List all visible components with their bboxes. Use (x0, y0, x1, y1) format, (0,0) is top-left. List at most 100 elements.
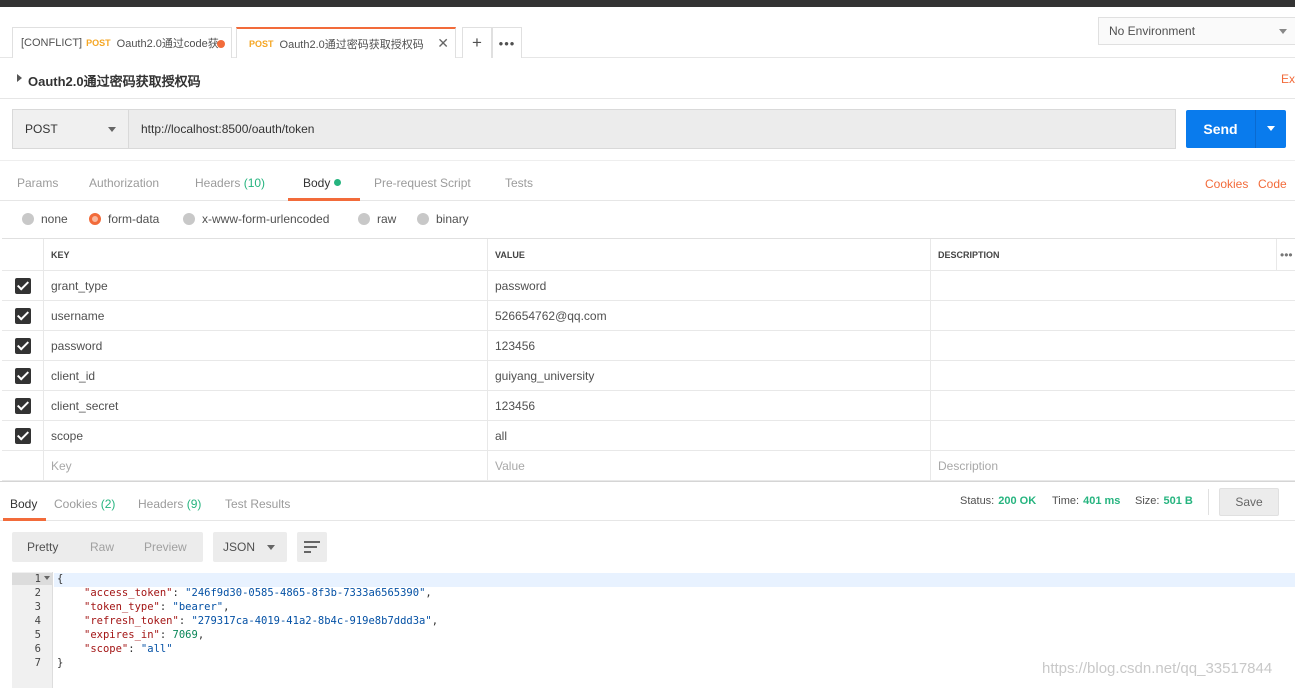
method-select[interactable]: POST (12, 109, 129, 149)
response-tab-cookies[interactable]: Cookies (2) (54, 497, 115, 511)
code-line: "access_token": "246f9d30-0585-4865-8f3b… (84, 587, 432, 599)
tab-tests[interactable]: Tests (505, 176, 533, 190)
tab-body[interactable]: Body (303, 176, 342, 190)
tab-params[interactable]: Params (17, 176, 58, 190)
add-tab-button[interactable]: + (462, 27, 492, 58)
json-value: "246f9d30-0585-4865-8f3b-7333a6565390" (185, 587, 426, 599)
table-row: scope all (2, 421, 1295, 451)
row-description-input[interactable] (930, 421, 1276, 450)
row-value-input[interactable]: guiyang_university (487, 361, 930, 390)
view-mode-segmented: Pretty Raw Preview (12, 532, 203, 562)
size-label: Size: (1135, 495, 1160, 507)
code-line: "expires_in": 7069, (84, 629, 205, 641)
radio-label: x-www-form-urlencoded (202, 212, 330, 226)
code-line: "token_type": "bearer", (84, 601, 230, 613)
close-icon[interactable]: ✕ (437, 35, 449, 52)
row-key-input[interactable]: password (43, 331, 487, 360)
new-value-input[interactable]: Value (487, 451, 930, 480)
response-cookies-label: Cookies (54, 497, 98, 511)
wrap-icon-line (304, 546, 317, 548)
radio-label: form-data (108, 212, 160, 226)
examples-link[interactable]: Ex (1281, 72, 1295, 86)
radio-form-data[interactable]: form-data (89, 212, 159, 226)
radio-binary[interactable]: binary (417, 212, 469, 226)
response-tab-headers[interactable]: Headers (9) (138, 497, 201, 511)
row-key-input[interactable]: client_secret (43, 391, 487, 420)
radio-none[interactable]: none (22, 212, 68, 226)
tab-active-request[interactable]: POST Oauth2.0通过密码获取授权码 ✕ (236, 27, 456, 58)
code-link[interactable]: Code (1258, 177, 1287, 191)
view-pretty[interactable]: Pretty (27, 540, 58, 554)
row-value-input[interactable]: 526654762@qq.com (487, 301, 930, 330)
request-tabs: Params Authorization Headers (10) Body P… (0, 160, 1295, 201)
row-value-input[interactable]: 123456 (487, 331, 930, 360)
more-tabs-button[interactable]: ••• (492, 27, 522, 58)
json-key: "refresh_token" (84, 615, 179, 627)
url-value: http://localhost:8500/oauth/token (141, 122, 315, 136)
send-dropdown-button[interactable] (1255, 110, 1286, 148)
new-key-input[interactable]: Key (43, 451, 487, 480)
row-value-input[interactable]: 123456 (487, 391, 930, 420)
tab-authorization[interactable]: Authorization (89, 176, 159, 190)
json-comma: , (223, 601, 230, 613)
row-key-input[interactable]: scope (43, 421, 487, 450)
checkbox-checked-icon[interactable] (14, 427, 31, 444)
checkbox-checked-icon[interactable] (14, 277, 31, 294)
expand-triangle-icon[interactable] (17, 74, 22, 82)
code-line: "refresh_token": "279317ca-4019-41a2-8b4… (84, 615, 439, 627)
line-number: 4 (34, 615, 41, 627)
row-description-input[interactable] (930, 271, 1276, 300)
checkbox-checked-icon[interactable] (14, 307, 31, 324)
new-description-input[interactable]: Description (930, 451, 1276, 480)
json-key: "token_type" (84, 601, 160, 613)
view-raw[interactable]: Raw (90, 540, 114, 554)
json-value: "all" (140, 643, 173, 655)
response-cookies-count: (2) (100, 497, 116, 511)
response-tab-body[interactable]: Body (10, 497, 37, 511)
url-input[interactable]: http://localhost:8500/oauth/token (128, 109, 1176, 149)
save-response-button[interactable]: Save (1219, 488, 1279, 516)
line-number: 2 (34, 587, 41, 599)
row-key-input[interactable]: client_id (43, 361, 487, 390)
view-preview[interactable]: Preview (144, 540, 187, 554)
active-line-highlight (54, 573, 1295, 587)
json-key: "scope" (84, 643, 129, 655)
tab-conflict[interactable]: [CONFLICT] POST Oauth2.0通过code获 (12, 27, 232, 58)
row-description-input[interactable] (930, 391, 1276, 420)
time-readout: Time: 401 ms (1052, 495, 1120, 507)
json-key: "expires_in" (84, 629, 160, 641)
wrap-lines-button[interactable] (297, 532, 327, 562)
line-number: 3 (34, 601, 41, 613)
radio-x-www-form-urlencoded[interactable]: x-www-form-urlencoded (183, 212, 329, 226)
row-description-input[interactable] (930, 361, 1276, 390)
table-options-button[interactable]: ••• (1276, 239, 1295, 270)
format-select[interactable]: JSON (213, 532, 287, 562)
row-description-input[interactable] (930, 331, 1276, 360)
radio-circle-icon (183, 213, 195, 225)
code-line: } (57, 657, 63, 669)
status-value: 200 OK (998, 495, 1037, 507)
tab-bar: [CONFLICT] POST Oauth2.0通过code获 POST Oau… (0, 7, 1295, 58)
body-type-radios: none form-data x-www-form-urlencoded raw… (0, 202, 1295, 238)
row-key-input[interactable]: grant_type (43, 271, 487, 300)
row-description-input[interactable] (930, 301, 1276, 330)
row-value-input[interactable]: password (487, 271, 930, 300)
row-value-input[interactable]: all (487, 421, 930, 450)
table-row-new: Key Value Description (2, 451, 1295, 481)
row-key-input[interactable]: username (43, 301, 487, 330)
tab-pre-request-script[interactable]: Pre-request Script (374, 176, 471, 190)
checkbox-checked-icon[interactable] (14, 337, 31, 354)
tab-body-label: Body (303, 176, 331, 190)
environment-select[interactable]: No Environment (1098, 17, 1295, 45)
fold-arrow-icon[interactable] (44, 576, 50, 580)
cookies-link[interactable]: Cookies (1205, 177, 1248, 191)
checkbox-checked-icon[interactable] (14, 367, 31, 384)
send-button[interactable]: Send (1186, 110, 1255, 148)
radio-raw[interactable]: raw (358, 212, 396, 226)
tab-headers[interactable]: Headers (10) (195, 176, 265, 190)
response-tab-test-results[interactable]: Test Results (225, 497, 290, 511)
json-value: "279317ca-4019-41a2-8b4c-919e8b7ddd3a" (191, 615, 432, 627)
form-data-table: KEY VALUE DESCRIPTION ••• grant_type pas… (2, 238, 1295, 481)
checkbox-checked-icon[interactable] (14, 397, 31, 414)
divider (1208, 489, 1209, 515)
